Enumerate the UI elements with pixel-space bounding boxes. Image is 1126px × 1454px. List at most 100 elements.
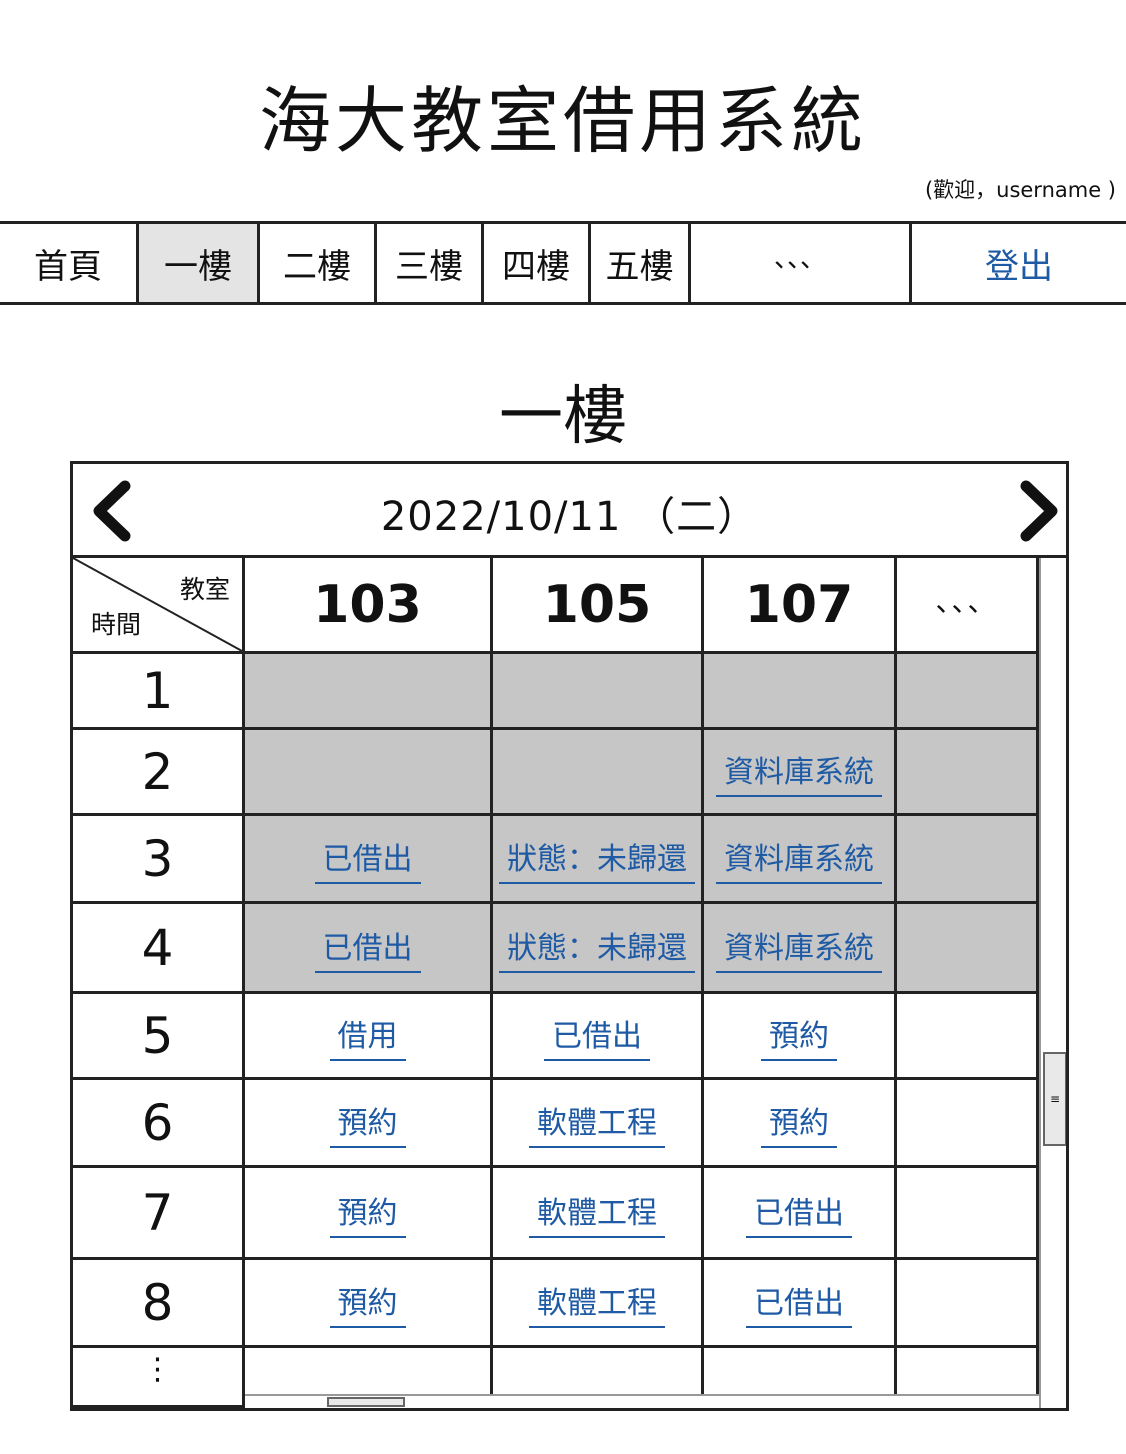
time-slot-1: 1 xyxy=(73,654,245,730)
schedule-cell xyxy=(897,1168,1039,1260)
booking-link[interactable]: 預約 xyxy=(761,1098,837,1148)
time-slot-number: 7 xyxy=(141,1183,174,1242)
corner-time-label: 時間 xyxy=(91,610,142,639)
booking-link[interactable]: 已借出 xyxy=(746,1278,852,1328)
schedule-cell: 狀態：未歸還 xyxy=(493,904,704,994)
nav-floor-2[interactable]: 二樓 xyxy=(260,224,374,302)
logout-button[interactable]: 登出 xyxy=(912,224,1126,302)
time-slot-number: 8 xyxy=(141,1273,174,1332)
booking-link[interactable]: 預約 xyxy=(329,1278,406,1328)
booking-link[interactable]: 預約 xyxy=(329,1188,406,1238)
site-title: 海大教室借用系統 xyxy=(258,79,867,163)
booking-link[interactable]: 資料庫系統 xyxy=(716,923,882,973)
schedule-cell: 已借出 xyxy=(245,904,493,994)
booking-link[interactable]: 狀態：未歸還 xyxy=(499,923,695,973)
welcome-text: (歡迎，username ) xyxy=(924,178,1116,202)
schedule-cell: 資料庫系統 xyxy=(704,904,897,994)
date-bar: 2022/10/11 （二） xyxy=(73,464,1066,558)
booking-link[interactable]: 借用 xyxy=(329,1011,406,1061)
time-slot-number: 4 xyxy=(141,918,174,977)
nav-floor-5[interactable]: 五樓 xyxy=(591,224,688,302)
schedule-cell xyxy=(897,654,1039,730)
schedule-cell: 預約 xyxy=(704,1080,897,1168)
booking-link[interactable]: 已借出 xyxy=(314,923,421,973)
time-slot-6: 6 xyxy=(73,1080,245,1168)
schedule-cell: 已借出 xyxy=(245,816,493,904)
schedule-cell: 軟體工程 xyxy=(493,1260,704,1348)
schedule-cell xyxy=(897,816,1039,904)
schedule-cell: 預約 xyxy=(245,1080,493,1168)
schedule-cell xyxy=(245,730,493,816)
booking-link[interactable]: 軟體工程 xyxy=(529,1278,665,1328)
current-date: 2022/10/11 （二） xyxy=(380,494,759,540)
schedule-cell xyxy=(897,904,1039,994)
schedule-cell: 軟體工程 xyxy=(493,1080,704,1168)
time-slot-4: 4 xyxy=(73,904,245,994)
schedule-cell: 狀態：未歸還 xyxy=(493,816,704,904)
schedule-cell: 預約 xyxy=(245,1168,493,1260)
room-header-3: 107 xyxy=(704,558,897,654)
booking-link[interactable]: 已借出 xyxy=(746,1188,852,1238)
booking-link[interactable]: 狀態：未歸還 xyxy=(499,834,695,884)
time-slot-number: ⋮ xyxy=(142,1352,173,1387)
next-day-arrow-icon[interactable] xyxy=(1018,480,1062,542)
booking-link[interactable]: 預約 xyxy=(329,1098,406,1148)
schedule-cell xyxy=(245,654,493,730)
booking-link[interactable]: 已借出 xyxy=(314,834,421,884)
time-slot-number: 5 xyxy=(141,1006,174,1065)
schedule-cell: 資料庫系統 xyxy=(704,730,897,816)
booking-link[interactable]: 資料庫系統 xyxy=(716,747,882,797)
room-number: 107 xyxy=(744,574,854,635)
room-number: 105 xyxy=(542,574,652,635)
vertical-scrollbar[interactable]: ≡ xyxy=(1039,558,1066,1408)
time-slot-8: 8 xyxy=(73,1260,245,1348)
schedule-cell: 已借出 xyxy=(493,994,704,1080)
booking-link[interactable]: 預約 xyxy=(761,1011,837,1061)
room-header-2: 105 xyxy=(493,558,704,654)
grip-icon: ≡ xyxy=(1049,1092,1061,1106)
schedule-cell: 軟體工程 xyxy=(493,1168,704,1260)
schedule-cell xyxy=(493,654,704,730)
time-slot-5: 5 xyxy=(73,994,245,1080)
nav-more[interactable]: 、、、 xyxy=(691,224,909,302)
corner-room-label: 教室 xyxy=(179,575,230,604)
time-slot-9: ⋮ xyxy=(73,1348,245,1408)
schedule-cell: 預約 xyxy=(245,1260,493,1348)
corner-header-cell: 教室時間 xyxy=(73,558,245,654)
nav-floor-3[interactable]: 三樓 xyxy=(377,224,481,302)
schedule-cell xyxy=(704,654,897,730)
booking-link[interactable]: 已借出 xyxy=(544,1011,650,1061)
room-number: 、、、 xyxy=(935,584,998,618)
horizontal-scroll-thumb[interactable] xyxy=(327,1397,405,1407)
schedule-cell: 已借出 xyxy=(704,1260,897,1348)
time-slot-2: 2 xyxy=(73,730,245,816)
time-slot-7: 7 xyxy=(73,1168,245,1260)
horizontal-scrollbar[interactable] xyxy=(245,1394,1039,1408)
time-slot-number: 6 xyxy=(141,1093,174,1152)
schedule-cell: 已借出 xyxy=(704,1168,897,1260)
nav-home[interactable]: 首頁 xyxy=(0,224,136,302)
room-number: 103 xyxy=(313,574,422,635)
nav-floor-4[interactable]: 四樓 xyxy=(484,224,588,302)
schedule-cell: 借用 xyxy=(245,994,493,1080)
schedule-cell xyxy=(493,730,704,816)
booking-link[interactable]: 軟體工程 xyxy=(529,1188,665,1238)
time-slot-3: 3 xyxy=(73,816,245,904)
booking-link[interactable]: 軟體工程 xyxy=(529,1098,665,1148)
schedule-cell xyxy=(897,1080,1039,1168)
schedule-cell xyxy=(897,1260,1039,1348)
floor-title: 一樓 xyxy=(499,380,627,454)
nav-floor-1[interactable]: 一樓 xyxy=(139,224,257,302)
time-slot-number: 3 xyxy=(141,829,174,888)
vertical-scroll-thumb[interactable]: ≡ xyxy=(1043,1052,1066,1146)
time-slot-number: 2 xyxy=(141,742,174,801)
time-slot-number: 1 xyxy=(141,661,174,720)
schedule-panel: 2022/10/11 （二） 教室時間 103 105 107 、、、 1 2 資料庫系統 3 已… xyxy=(70,461,1069,1411)
top-navbar: 首頁 一樓 二樓 三樓 四樓 五樓 、、、 登出 xyxy=(0,221,1126,305)
booking-link[interactable]: 資料庫系統 xyxy=(716,834,882,884)
schedule-cell: 預約 xyxy=(704,994,897,1080)
schedule-cell xyxy=(897,994,1039,1080)
schedule-cell xyxy=(897,730,1039,816)
schedule-cell: 資料庫系統 xyxy=(704,816,897,904)
room-header-1: 103 xyxy=(245,558,493,654)
